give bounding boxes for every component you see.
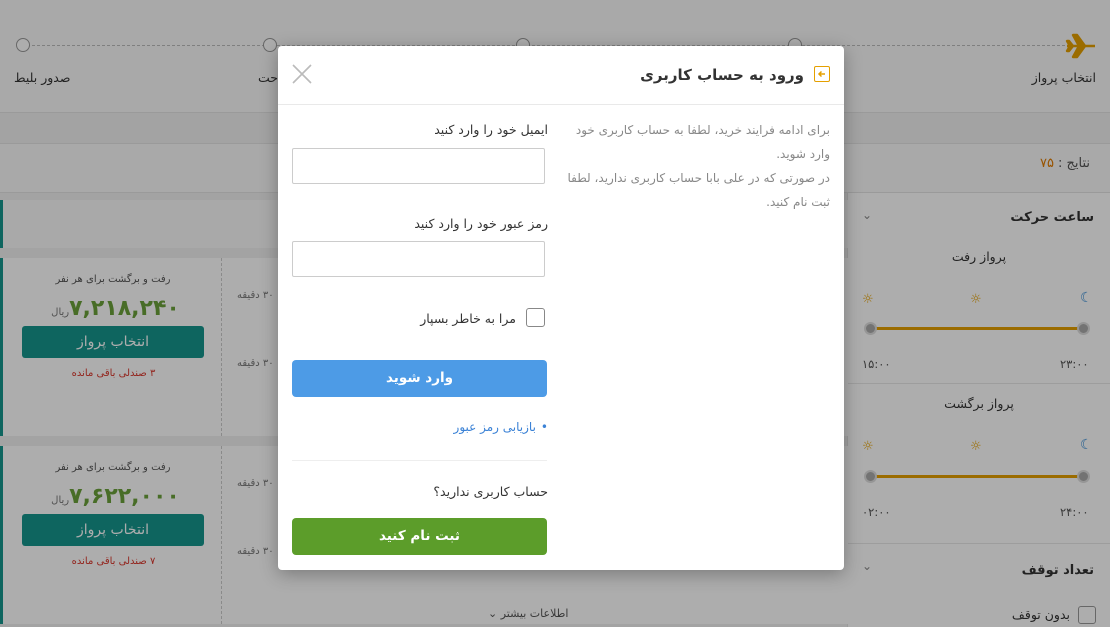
no-account-text: حساب کاربری ندارید؟ xyxy=(433,484,548,499)
modal-header: ورود به حساب کاربری xyxy=(278,46,844,105)
intro-line: در صورتی که در علی بابا حساب کاربری ندار… xyxy=(567,171,830,209)
login-button[interactable]: وارد شوید xyxy=(292,360,547,397)
divider xyxy=(292,460,547,461)
forgot-password-link[interactable]: بازیابی رمز عبور xyxy=(454,420,548,434)
login-icon xyxy=(814,66,830,82)
login-modal: ورود به حساب کاربری برای ادامه فرایند خر… xyxy=(278,46,844,570)
close-icon[interactable] xyxy=(290,62,314,86)
remember-me-label: مرا به خاطر بسپار xyxy=(420,311,516,326)
password-field[interactable] xyxy=(292,241,545,277)
intro-line: برای ادامه فرایند خرید، لطفا به حساب کار… xyxy=(575,123,830,161)
email-field[interactable] xyxy=(292,148,545,184)
email-label: ایمیل خود را وارد کنید xyxy=(434,122,548,137)
password-label: رمز عبور خود را وارد کنید xyxy=(414,216,548,231)
remember-me-checkbox[interactable] xyxy=(526,308,545,327)
register-button[interactable]: ثبت نام کنید xyxy=(292,518,547,555)
login-intro: برای ادامه فرایند خرید، لطفا به حساب کار… xyxy=(556,118,830,214)
modal-title: ورود به حساب کاربری xyxy=(640,66,804,84)
